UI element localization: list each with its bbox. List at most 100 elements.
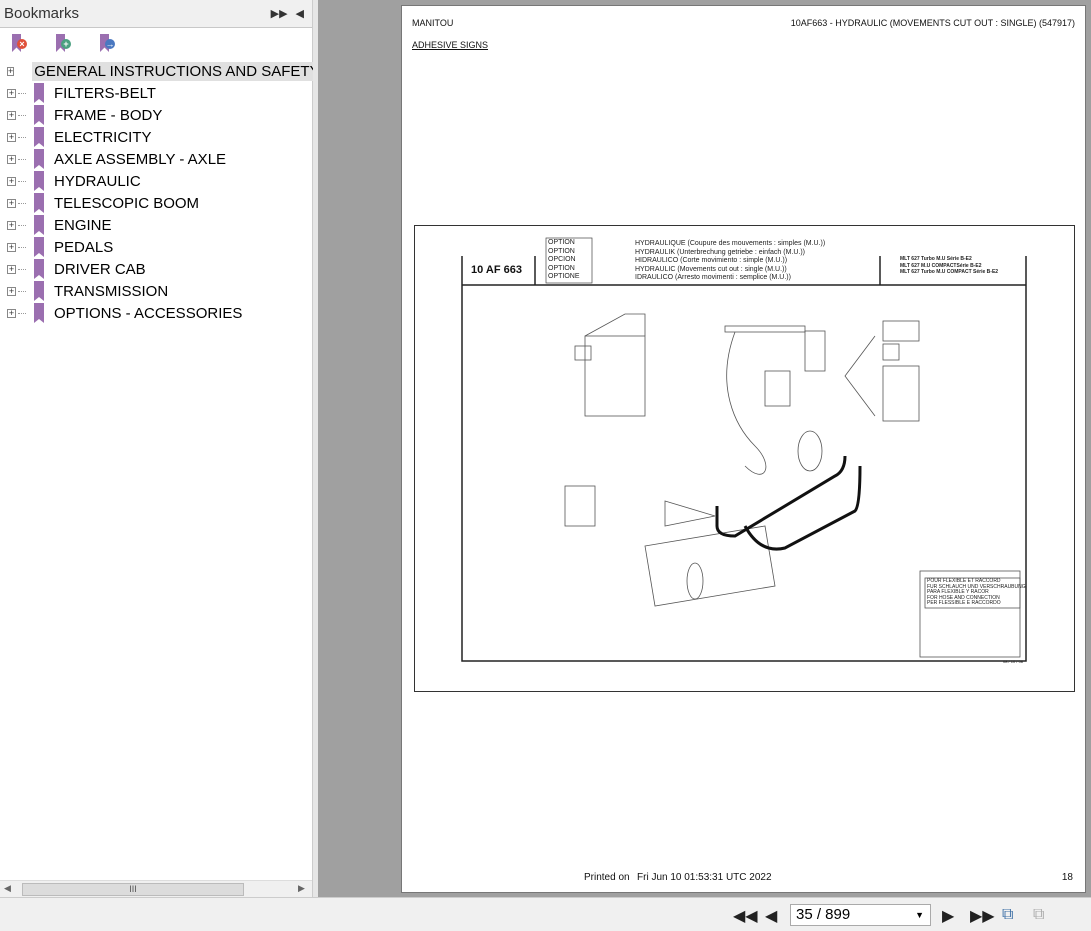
bookmarks-header: Bookmarks ▶▶ ◀ bbox=[0, 0, 312, 28]
next-page-icon[interactable]: ▶ bbox=[942, 906, 954, 926]
bookmark-label: DRIVER CAB bbox=[54, 260, 146, 278]
drawing-title: HIDRAULICO (Corte movimiento : simple (M… bbox=[635, 257, 788, 264]
expand-icon[interactable]: + bbox=[7, 66, 15, 76]
tree-connector bbox=[18, 224, 26, 226]
bookmark-label: TRANSMISSION bbox=[54, 282, 169, 300]
bookmark-item[interactable]: + FRAME - BODY bbox=[0, 104, 312, 126]
bookmark-label: OPTIONS - ACCESSORIES bbox=[54, 304, 243, 322]
page-selector[interactable]: 35 / 899 ▼ bbox=[790, 904, 931, 926]
expand-icon[interactable]: + bbox=[7, 286, 16, 296]
bookmark-item[interactable]: + FILTERS-BELT bbox=[0, 82, 312, 104]
last-page-icon[interactable]: ▶▶ bbox=[970, 906, 995, 926]
bookmark-label: AXLE ASSEMBLY - AXLE bbox=[54, 150, 227, 168]
tree-connector bbox=[18, 114, 26, 116]
bookmark-item[interactable]: + AXLE ASSEMBLY - AXLE bbox=[0, 148, 312, 170]
tree-connector bbox=[18, 202, 26, 204]
tree-connector bbox=[18, 158, 26, 160]
option-label: OPTION bbox=[548, 239, 575, 246]
bookmark-label: HYDRAULIC bbox=[54, 172, 141, 190]
bookmark-item[interactable]: + HYDRAULIC bbox=[0, 170, 312, 192]
bookmark-icon bbox=[34, 237, 44, 257]
bookmark-label: TELESCOPIC BOOM bbox=[54, 194, 200, 212]
expand-icon[interactable]: + bbox=[7, 264, 16, 274]
bookmarks-panel: Bookmarks ▶▶ ◀ × + → + GENERAL INSTRUCTION… bbox=[0, 0, 322, 897]
expand-icon[interactable]: + bbox=[7, 176, 16, 186]
bookmark-label: ELECTRICITY bbox=[54, 128, 152, 146]
bookmark-icon bbox=[34, 149, 44, 169]
delete-bookmark-icon[interactable]: × bbox=[10, 34, 28, 54]
collapse-panel-icon[interactable]: ◀ bbox=[296, 7, 304, 20]
horizontal-scrollbar[interactable]: ◀ III ▶ bbox=[0, 880, 312, 897]
tree-connector bbox=[18, 246, 26, 248]
tree-connector bbox=[18, 290, 26, 292]
first-page-icon[interactable]: ◀◀ bbox=[733, 906, 758, 926]
bookmark-icon bbox=[34, 83, 44, 103]
drawing-title: HYDRAULIK (Unterbrechung getriebe : einf… bbox=[635, 248, 806, 256]
bookmark-item[interactable]: + ENGINE bbox=[0, 214, 312, 236]
bookmark-label: PEDALS bbox=[54, 238, 114, 256]
drawing-title: HYDRAULIQUE (Coupure des mouvements : si… bbox=[635, 240, 826, 247]
expand-icon[interactable]: + bbox=[7, 154, 16, 164]
section-title: ADHESIVE SIGNS bbox=[412, 40, 489, 50]
expand-icon[interactable]: + bbox=[7, 242, 16, 252]
go-to-bookmark-icon[interactable]: → bbox=[98, 34, 116, 54]
bookmark-label: FRAME - BODY bbox=[54, 106, 163, 124]
bookmark-item[interactable]: + TELESCOPIC BOOM bbox=[0, 192, 312, 214]
bookmark-icon bbox=[34, 303, 44, 323]
bookmark-item[interactable]: + DRIVER CAB bbox=[0, 258, 312, 280]
model-label: MLT 627 Turbo M.U COMPACT Série B-E2 bbox=[900, 269, 999, 275]
bookmark-label: ENGINE bbox=[54, 216, 112, 234]
expand-icon[interactable]: + bbox=[7, 198, 16, 208]
bookmark-item[interactable]: + GENERAL INSTRUCTIONS AND SAFETY bbox=[0, 60, 322, 82]
drawing-code: 10 AF 663 bbox=[471, 264, 522, 276]
option-label: OPTION bbox=[548, 264, 575, 272]
bookmark-tree: + GENERAL INSTRUCTIONS AND SAFETY + FILTERS… bbox=[0, 60, 322, 324]
option-label: OPTIONE bbox=[548, 273, 580, 280]
tree-connector bbox=[18, 180, 26, 182]
bookmark-item[interactable]: + ELECTRICITY bbox=[0, 126, 312, 148]
bookmark-item[interactable]: + OPTIONS - ACCESSORIES bbox=[0, 302, 312, 324]
tree-connector bbox=[18, 268, 26, 270]
brand: MANITOU bbox=[412, 18, 454, 28]
bookmark-item[interactable]: + PEDALS bbox=[0, 236, 312, 258]
bookmark-icon bbox=[34, 281, 44, 301]
option-label: OPTION bbox=[548, 247, 575, 255]
forward-view-icon[interactable]: ⧉ bbox=[1033, 906, 1044, 924]
navigation-toolbar: ◀◀ ◀ 35 / 899 ▼ ▶ ▶▶ ⧉ ⧉ bbox=[0, 897, 1091, 931]
bookmark-icon bbox=[34, 127, 44, 147]
bookmarks-title: Bookmarks bbox=[4, 5, 80, 22]
bookmark-label: FILTERS-BELT bbox=[54, 84, 156, 102]
expand-icon[interactable]: + bbox=[7, 220, 16, 230]
bookmark-icon bbox=[34, 259, 44, 279]
hose-note: PER FLESSIBLE E RACCORDO bbox=[927, 600, 1001, 606]
expand-icon[interactable]: + bbox=[7, 88, 16, 98]
add-bookmark-icon[interactable]: + bbox=[54, 34, 72, 54]
tree-connector bbox=[18, 136, 26, 138]
back-view-icon[interactable]: ⧉ bbox=[1002, 906, 1013, 924]
drawing-date: 08 / 10 / 08 bbox=[1003, 659, 1024, 664]
expand-icon[interactable]: + bbox=[7, 110, 16, 120]
bookmark-icon bbox=[34, 193, 44, 213]
bookmark-icon bbox=[34, 171, 44, 191]
bookmark-icon bbox=[34, 215, 44, 235]
bookmark-label: GENERAL INSTRUCTIONS AND SAFETY bbox=[32, 61, 322, 81]
printed-label: Printed on bbox=[584, 872, 630, 883]
tree-connector bbox=[18, 92, 26, 94]
expand-icon[interactable]: + bbox=[7, 132, 16, 142]
tree-connector bbox=[18, 312, 26, 314]
bookmark-icon bbox=[34, 105, 44, 125]
page-value: 35 / 899 bbox=[796, 906, 851, 923]
chevron-down-icon: ▼ bbox=[915, 910, 924, 920]
printed-date: Fri Jun 10 01:53:31 UTC 2022 bbox=[637, 872, 772, 883]
drawing-title: IDRAULICO (Arresto movimenti : semplice … bbox=[635, 274, 791, 281]
previous-page-icon[interactable]: ◀ bbox=[765, 906, 777, 926]
drawing-frame: 10 AF 663 OPTION OPTION OPCION OPTION OPTION… bbox=[414, 225, 1075, 692]
page-number: 18 bbox=[1061, 872, 1073, 883]
hydraulic-diagram bbox=[461, 237, 1027, 662]
drawing-title: HYDRAULIC (Movements cut out : single (M… bbox=[635, 265, 787, 273]
page-header: 10AF663 - HYDRAULIC (MOVEMENTS CUT OUT :… bbox=[790, 18, 1075, 28]
bookmark-item[interactable]: + TRANSMISSION bbox=[0, 280, 312, 302]
pdf-page: MANITOU 10AF663 - HYDRAULIC (MOVEMENTS C… bbox=[401, 5, 1086, 893]
expand-icon[interactable]: + bbox=[7, 308, 16, 318]
expand-panel-icon[interactable]: ▶▶ bbox=[271, 7, 288, 20]
